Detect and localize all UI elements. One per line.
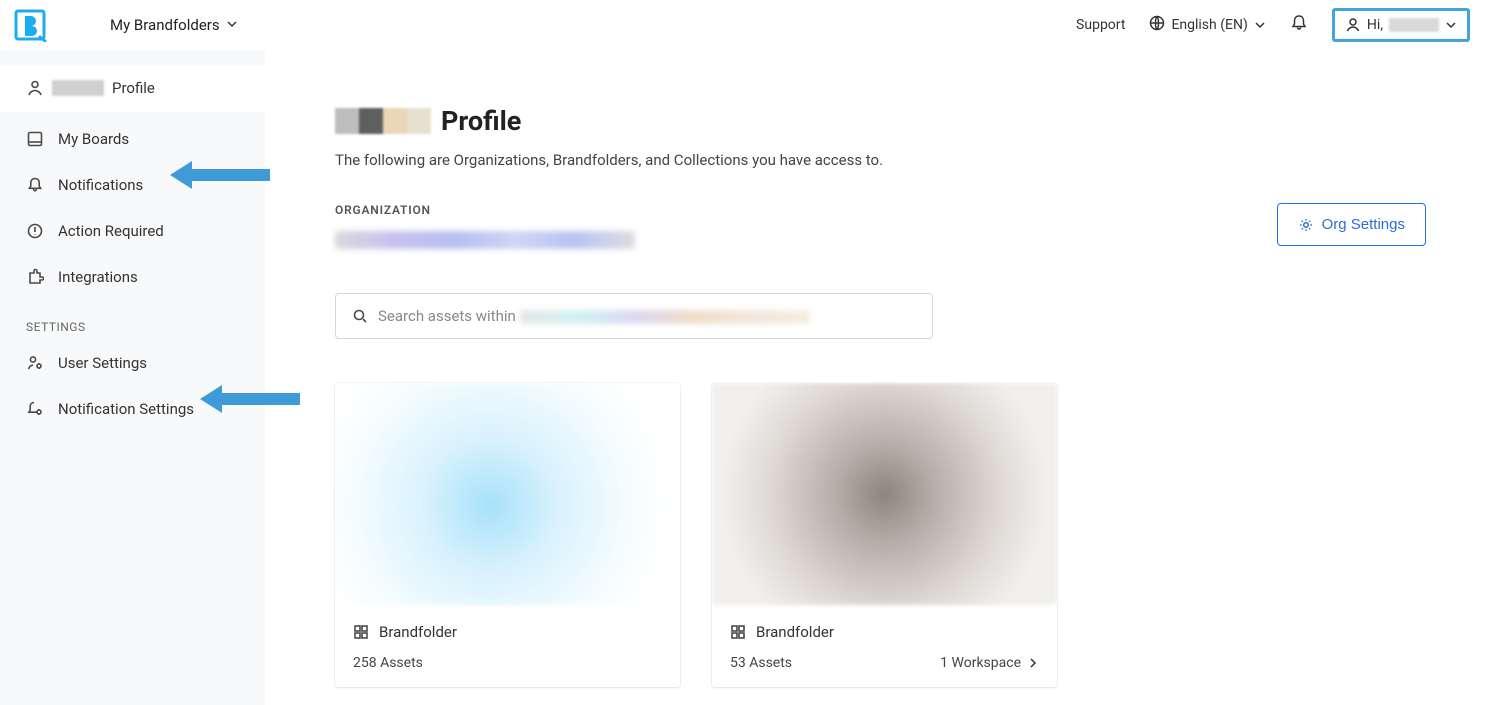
org-settings-label: Org Settings <box>1322 216 1405 233</box>
brand-nav-label: My Brandfolders <box>110 16 220 34</box>
support-link[interactable]: Support <box>1076 17 1125 33</box>
user-menu[interactable]: Hi, <box>1332 8 1470 42</box>
chevron-down-icon <box>226 16 238 34</box>
chevron-down-icon <box>1254 19 1266 31</box>
person-icon <box>1345 17 1361 33</box>
sidebar: Profile My Boards Notifications Action R… <box>0 50 265 705</box>
search-placeholder: Search assets within <box>378 307 810 325</box>
sidebar-item-label: Notifications <box>58 176 143 194</box>
annotation-arrow <box>170 157 270 193</box>
search-input[interactable]: Search assets within <box>335 293 933 339</box>
topbar: My Brandfolders Support English (EN) Hi, <box>0 0 1486 50</box>
redacted-username <box>1389 18 1439 32</box>
my-brandfolders-dropdown[interactable]: My Brandfolders <box>110 16 238 34</box>
sidebar-item-my-boards[interactable]: My Boards <box>0 116 265 162</box>
chevron-down-icon <box>1445 19 1457 31</box>
bell-icon[interactable] <box>1290 14 1308 36</box>
boards-icon <box>26 130 44 148</box>
card-assets: 53 Assets <box>730 655 792 671</box>
topbar-right: Support English (EN) Hi, <box>1076 8 1470 42</box>
sidebar-profile[interactable]: Profile <box>0 65 265 112</box>
card-type: Brandfolder <box>379 623 457 641</box>
bell-icon <box>26 176 44 194</box>
grid-icon <box>730 624 746 640</box>
sidebar-item-notifications[interactable]: Notifications <box>0 162 265 208</box>
person-icon <box>26 79 44 97</box>
card-workspaces[interactable]: 1 Workspace <box>940 655 1039 671</box>
brandfolder-card[interactable]: Brandfolder 258 Assets <box>335 383 680 687</box>
org-block: ORGANIZATION <box>335 203 635 249</box>
card-thumbnail <box>712 383 1057 605</box>
sidebar-item-notification-settings[interactable]: Notification Settings <box>0 386 265 432</box>
org-settings-button[interactable]: Org Settings <box>1277 203 1426 246</box>
sidebar-item-action-required[interactable]: Action Required <box>0 208 265 254</box>
redacted-org-name <box>335 231 635 249</box>
search-icon <box>352 308 368 324</box>
page-subtitle: The following are Organizations, Brandfo… <box>335 151 1426 169</box>
greeting-prefix: Hi, <box>1367 17 1383 33</box>
page-title-suffix: Profile <box>441 105 521 137</box>
sidebar-section-settings: SETTINGS <box>0 300 265 340</box>
profile-label: Profile <box>112 79 155 97</box>
sidebar-item-label: Integrations <box>58 268 138 286</box>
bell-gear-icon <box>26 400 44 418</box>
sidebar-item-label: Action Required <box>58 222 164 240</box>
redacted-search-scope <box>520 310 810 324</box>
sidebar-item-label: Notification Settings <box>58 400 194 418</box>
sidebar-item-integrations[interactable]: Integrations <box>0 254 265 300</box>
sidebar-item-label: User Settings <box>58 354 147 372</box>
sidebar-item-user-settings[interactable]: User Settings <box>0 340 265 386</box>
cards-grid: Brandfolder 258 Assets Brandfolder 53 <box>335 383 1426 687</box>
main-content: Profile The following are Organizations,… <box>265 50 1486 705</box>
chevron-right-icon <box>1027 657 1039 669</box>
sidebar-item-label: My Boards <box>58 130 129 148</box>
org-label: ORGANIZATION <box>335 203 635 217</box>
globe-icon <box>1149 15 1165 35</box>
language-label: English (EN) <box>1171 17 1247 33</box>
gear-icon <box>1298 217 1314 233</box>
puzzle-icon <box>26 268 44 286</box>
grid-icon <box>353 624 369 640</box>
person-gear-icon <box>26 354 44 372</box>
language-dropdown[interactable]: English (EN) <box>1149 15 1265 35</box>
alert-icon <box>26 222 44 240</box>
brandfolder-logo[interactable] <box>10 5 50 45</box>
card-assets: 258 Assets <box>353 655 423 671</box>
redacted-name <box>335 108 431 134</box>
brandfolder-card[interactable]: Brandfolder 53 Assets 1 Workspace <box>712 383 1057 687</box>
page-title: Profile <box>335 105 1426 137</box>
redacted-name <box>52 80 104 96</box>
card-type: Brandfolder <box>756 623 834 641</box>
card-thumbnail <box>335 383 680 605</box>
